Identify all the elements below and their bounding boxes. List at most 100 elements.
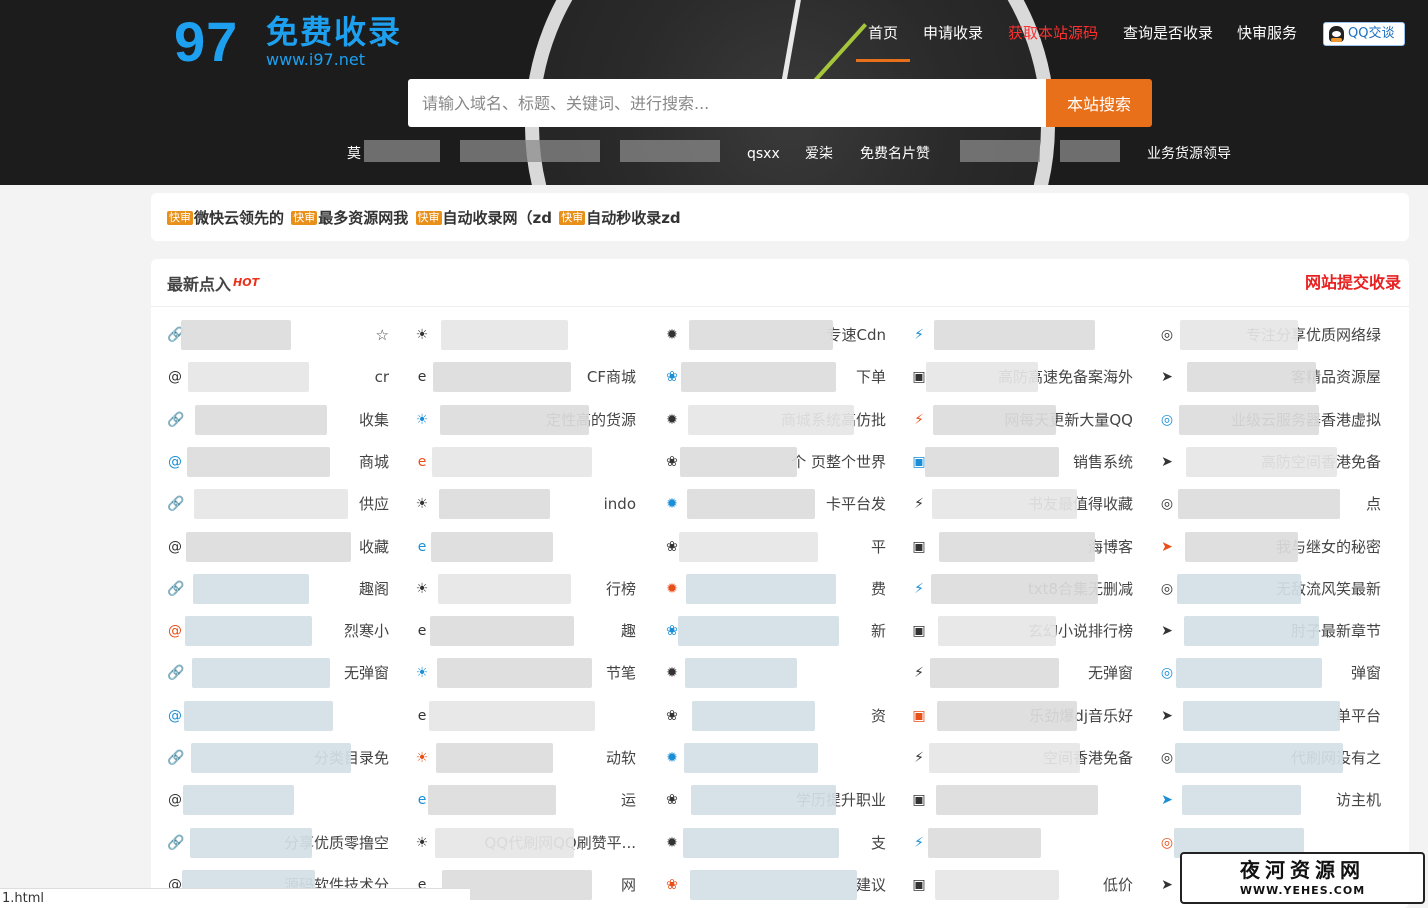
site-link-label: 无弹窗 <box>1087 664 1133 683</box>
blurred-region <box>431 531 553 562</box>
blurred-region <box>925 446 1059 477</box>
ticker-item-label: 自动收录网（zd <box>442 209 552 227</box>
nav-item-query[interactable]: 查询是否收录 <box>1123 18 1213 48</box>
logo-number[interactable]: 97 <box>174 10 238 74</box>
blurred-region <box>928 827 1041 858</box>
site-link-label: 新 <box>870 622 886 641</box>
site-link-label: 节笔 <box>605 664 636 683</box>
blurred-region <box>441 320 568 350</box>
site-favicon-icon: ☀ <box>415 580 429 597</box>
site-favicon-icon: e <box>417 538 427 555</box>
site-favicon-icon: ➤ <box>1161 707 1173 724</box>
site-favicon-icon: ☀ <box>415 834 429 851</box>
site-link-label: 点 <box>1365 495 1381 514</box>
watermark: 夜河资源网 WWW.YEHES.COM <box>1180 852 1425 904</box>
site-favicon-icon: ▣ <box>912 707 926 724</box>
site-favicon-icon: ⚡ <box>914 327 924 343</box>
site-favicon-icon: ❀ <box>666 707 678 724</box>
site-link-label: 收藏 <box>358 537 389 556</box>
nav-item-get-source[interactable]: 获取本站源码 <box>1008 18 1098 48</box>
site-favicon-icon: ◎ <box>1160 750 1174 766</box>
blurred-region <box>1184 616 1319 647</box>
blurred-region <box>679 531 818 562</box>
blurred-region <box>936 785 1098 816</box>
site-link-label: indo <box>603 495 636 514</box>
qq-chat-button[interactable]: QQ交谈 <box>1323 22 1405 46</box>
hot-search-link[interactable]: 莫 <box>347 144 361 164</box>
site-favicon-icon: ◎ <box>1160 580 1174 597</box>
blurred-region <box>684 743 818 773</box>
blurred-region <box>935 869 1059 900</box>
site-favicon-icon: ➤ <box>1161 876 1173 893</box>
blurred-region <box>933 404 1056 435</box>
blurred-region <box>195 404 327 435</box>
blurred-region <box>926 362 1038 393</box>
blurred-region <box>184 700 333 731</box>
blurred-region <box>683 827 839 858</box>
ticker-item-label: 微快云领先的 <box>194 209 285 227</box>
nav-item-fast-review[interactable]: 快审服务 <box>1237 18 1297 48</box>
blurred-region <box>460 140 600 162</box>
blurred-region <box>183 785 294 816</box>
blurred-region <box>678 616 839 647</box>
site-link-label: 下单 <box>855 368 886 387</box>
site-link-label: 建议 <box>855 875 886 894</box>
site-link-label: 烈寒小 <box>343 622 389 641</box>
search-input[interactable] <box>408 79 1048 127</box>
logo-url[interactable]: www.i97.net <box>266 50 365 70</box>
site-favicon-icon: ➤ <box>1161 623 1173 640</box>
blurred-region <box>680 446 797 477</box>
blurred-region <box>687 489 815 520</box>
ticker-item[interactable]: 快审 微快云领先的 <box>167 207 284 229</box>
site-link-label: 动软 <box>605 749 636 767</box>
site-link-label: 趣阁 <box>358 579 389 598</box>
latest-sites-panel: 最新点入 HOT 网站提交收录 🔗 ☆ ☀ ✹ 专速Cdn ⚡ ◎ 专注分享优质网络绿 @ cr e C… <box>151 259 1409 908</box>
site-link-label: 网 <box>620 875 636 894</box>
site-favicon-icon: ☀ <box>415 411 429 428</box>
site-favicon-icon: 🔗 <box>167 496 185 513</box>
site-link-label: 无弹窗 <box>343 664 389 683</box>
site-favicon-icon: ▣ <box>912 538 926 555</box>
blurred-region <box>931 573 1098 604</box>
qq-penguin-icon <box>1329 26 1344 42</box>
hot-search-link[interactable]: qsxx <box>747 144 780 164</box>
site-favicon-icon: e <box>417 453 427 470</box>
nav-item-home[interactable]: 首页 <box>855 18 911 62</box>
site-favicon-icon: ☀ <box>415 496 429 513</box>
blurred-region <box>1187 362 1316 393</box>
site-favicon-icon: ☀ <box>415 665 429 682</box>
site-favicon-icon: @ <box>168 453 182 470</box>
submit-site-link[interactable]: 网站提交收录 <box>1305 271 1401 295</box>
search-button[interactable]: 本站搜索 <box>1046 79 1152 127</box>
fast-review-badge: 快审 <box>559 211 586 225</box>
hot-search-link[interactable]: 爱柒 <box>805 144 833 164</box>
ticker-item[interactable]: 快审 自动秒收录zd <box>559 207 681 229</box>
hot-search-link[interactable]: 业务货源领导 <box>1147 144 1231 164</box>
ticker-item[interactable]: 快审 自动收录网（zd <box>415 207 552 229</box>
site-favicon-icon: ➤ <box>1161 453 1173 470</box>
nav-item-apply[interactable]: 申请收录 <box>923 18 983 48</box>
blurred-region <box>437 658 592 689</box>
site-link-label: 单平台 <box>1335 706 1381 725</box>
blurred-region <box>1175 743 1343 773</box>
site-favicon-icon: e <box>417 623 427 640</box>
blurred-region <box>1179 404 1319 435</box>
site-link-label: 趣 <box>620 622 636 641</box>
site-link-label: 销售系统 <box>1072 452 1133 471</box>
blurred-region <box>429 700 595 731</box>
site-favicon-icon: ➤ <box>1161 369 1173 386</box>
blurred-region <box>194 489 348 520</box>
blurred-region <box>932 489 1077 520</box>
site-link-label: 弹窗 <box>1350 664 1381 683</box>
hot-search-link[interactable]: 免费名片赞 <box>860 144 930 164</box>
fast-review-ticker: 快审 微快云领先的 快审 最多资源网我 快审 自动收录网（zd 快审 自动秒收录zd <box>151 193 1409 241</box>
ticker-item[interactable]: 快审 最多资源网我 <box>291 207 408 229</box>
hot-badge: HOT <box>233 276 260 289</box>
logo-title[interactable]: 免费收录 <box>266 12 402 52</box>
section-title: 最新点入 HOT <box>167 271 259 297</box>
watermark-url: WWW.YEHES.COM <box>1239 884 1366 897</box>
site-favicon-icon: ◎ <box>1160 665 1174 682</box>
blurred-region <box>939 531 1095 562</box>
site-favicon-icon: @ <box>168 623 182 640</box>
site-favicon-icon: ✹ <box>666 327 678 343</box>
